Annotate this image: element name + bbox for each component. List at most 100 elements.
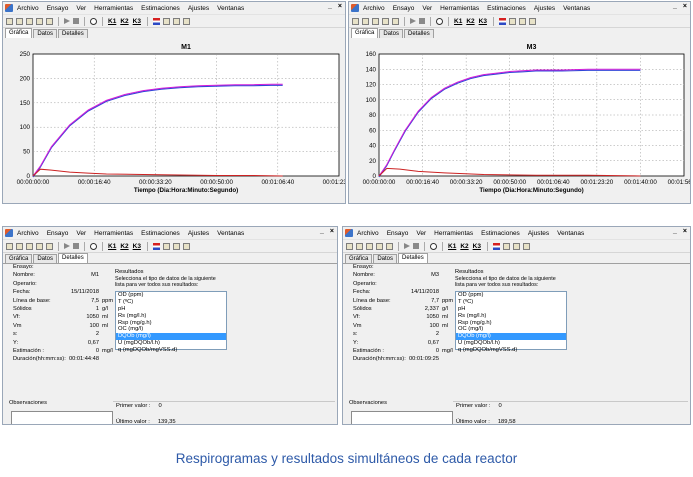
tab-detalles[interactable]: Detalles [58,253,88,263]
play-icon[interactable] [64,243,70,249]
list-item[interactable]: U (mgDQOb/l.h) [456,340,566,347]
menu-item-herramientas[interactable]: Herramientas [440,5,479,12]
k3-button[interactable]: K3 [133,243,141,250]
tools-icon[interactable] [46,242,53,250]
list-item[interactable]: Rs (mg/l.h) [456,313,566,320]
play-icon[interactable] [64,18,70,24]
close-button[interactable]: × [683,228,687,235]
preview-icon[interactable] [376,242,383,250]
close-button[interactable]: × [338,3,342,10]
search-icon[interactable] [430,242,437,250]
flag-icon[interactable] [152,17,160,25]
search-icon[interactable] [436,17,443,25]
k2-button[interactable]: K2 [120,18,128,25]
save-icon[interactable] [26,17,33,25]
list-item[interactable]: DQOb (mg/l) [456,333,566,341]
menu-item-estimaciones[interactable]: Estimaciones [487,5,526,12]
menu-item-ajustes[interactable]: Ajustes [188,5,209,12]
list-item[interactable]: Rs (mg/l.h) [116,313,226,320]
new-file-icon[interactable] [6,17,13,25]
flag-icon[interactable] [492,242,500,250]
open-folder-icon[interactable] [356,242,363,250]
preview-icon[interactable] [382,17,389,25]
observaciones-textarea[interactable] [11,411,113,424]
menu-item-ventanas[interactable]: Ventanas [557,230,584,237]
menu-item-ajustes[interactable]: Ajustes [188,230,209,237]
list-item[interactable]: OC (mg/l) [456,326,566,333]
k1-button[interactable]: K1 [448,243,456,250]
tab-datos[interactable]: Datos [33,254,58,263]
stop-icon[interactable] [413,243,419,249]
preview-icon[interactable] [36,242,43,250]
results-type-listbox[interactable]: OD (ppm) T (ºC) pH Rs (mg/l.h) Rsp (mg/g.h) O… [455,291,567,353]
flag-icon[interactable] [498,17,506,25]
menu-item-herramientas[interactable]: Herramientas [94,5,133,12]
tab-grafica[interactable]: Gráfica [5,28,33,38]
export-icon[interactable] [528,17,536,25]
tab-detalles[interactable]: Detalles [398,253,428,263]
tab-datos[interactable]: Datos [33,29,58,38]
list-item[interactable]: OD (ppm) [116,292,226,299]
menu-item-archivo[interactable]: Archivo [357,230,379,237]
menu-item-ver[interactable]: Ver [422,5,432,12]
chart-icon[interactable] [508,17,516,25]
menu-item-ajustes[interactable]: Ajustes [534,5,555,12]
table-icon[interactable] [512,242,520,250]
menu-item-ver[interactable]: Ver [76,230,86,237]
save-icon[interactable] [26,242,33,250]
table-icon[interactable] [172,17,180,25]
k1-button[interactable]: K1 [454,18,462,25]
preview-icon[interactable] [36,17,43,25]
menu-item-estimaciones[interactable]: Estimaciones [141,230,180,237]
stop-icon[interactable] [73,18,79,24]
tab-datos[interactable]: Datos [373,254,398,263]
observaciones-textarea[interactable] [351,411,453,424]
search-icon[interactable] [90,17,97,25]
tab-datos[interactable]: Datos [379,29,404,38]
list-item[interactable]: q (mgDQOb/mgVSS.d) [116,347,226,354]
menu-item-archivo[interactable]: Archivo [363,5,385,12]
flag-icon[interactable] [152,242,160,250]
export-icon[interactable] [182,17,190,25]
minimize-button[interactable]: _ [320,228,324,235]
close-button[interactable]: × [683,3,687,10]
tools-icon[interactable] [386,242,393,250]
menu-item-herramientas[interactable]: Herramientas [434,230,473,237]
list-item[interactable]: pH [456,306,566,313]
save-icon[interactable] [366,242,373,250]
k2-button[interactable]: K2 [466,18,474,25]
open-folder-icon[interactable] [362,17,369,25]
open-folder-icon[interactable] [16,17,23,25]
export-icon[interactable] [522,242,530,250]
play-icon[interactable] [410,18,416,24]
menu-item-ver[interactable]: Ver [76,5,86,12]
list-item[interactable]: T (ºC) [116,299,226,306]
k2-button[interactable]: K2 [120,243,128,250]
list-item[interactable]: U (mgDQOb/l.h) [116,340,226,347]
menu-item-ensayo[interactable]: Ensayo [47,230,69,237]
menu-item-ver[interactable]: Ver [416,230,426,237]
list-item[interactable]: OD (ppm) [456,292,566,299]
tab-grafica[interactable]: Gráfica [345,254,373,263]
table-icon[interactable] [172,242,180,250]
results-type-listbox[interactable]: OD (ppm) T (ºC) pH Rs (mg/l.h) Rsp (mg/g.h) O… [115,291,227,353]
list-item[interactable]: OC (mg/l) [116,326,226,333]
tools-icon[interactable] [392,17,399,25]
k3-button[interactable]: K3 [133,18,141,25]
close-button[interactable]: × [330,228,334,235]
minimize-button[interactable]: _ [673,228,677,235]
k2-button[interactable]: K2 [460,243,468,250]
menu-item-ensayo[interactable]: Ensayo [47,5,69,12]
k3-button[interactable]: K3 [473,243,481,250]
table-icon[interactable] [518,17,526,25]
menu-item-archivo[interactable]: Archivo [17,230,39,237]
menu-item-archivo[interactable]: Archivo [17,5,39,12]
k1-button[interactable]: K1 [108,18,116,25]
list-item[interactable]: Rsp (mg/g.h) [116,320,226,327]
tab-detalles[interactable]: Detalles [404,29,434,38]
list-item[interactable]: DQOb (mg/l) [116,333,226,341]
list-item[interactable]: q (mgDQOb/mgVSS.d) [456,347,566,354]
stop-icon[interactable] [419,18,425,24]
k3-button[interactable]: K3 [479,18,487,25]
k1-button[interactable]: K1 [108,243,116,250]
